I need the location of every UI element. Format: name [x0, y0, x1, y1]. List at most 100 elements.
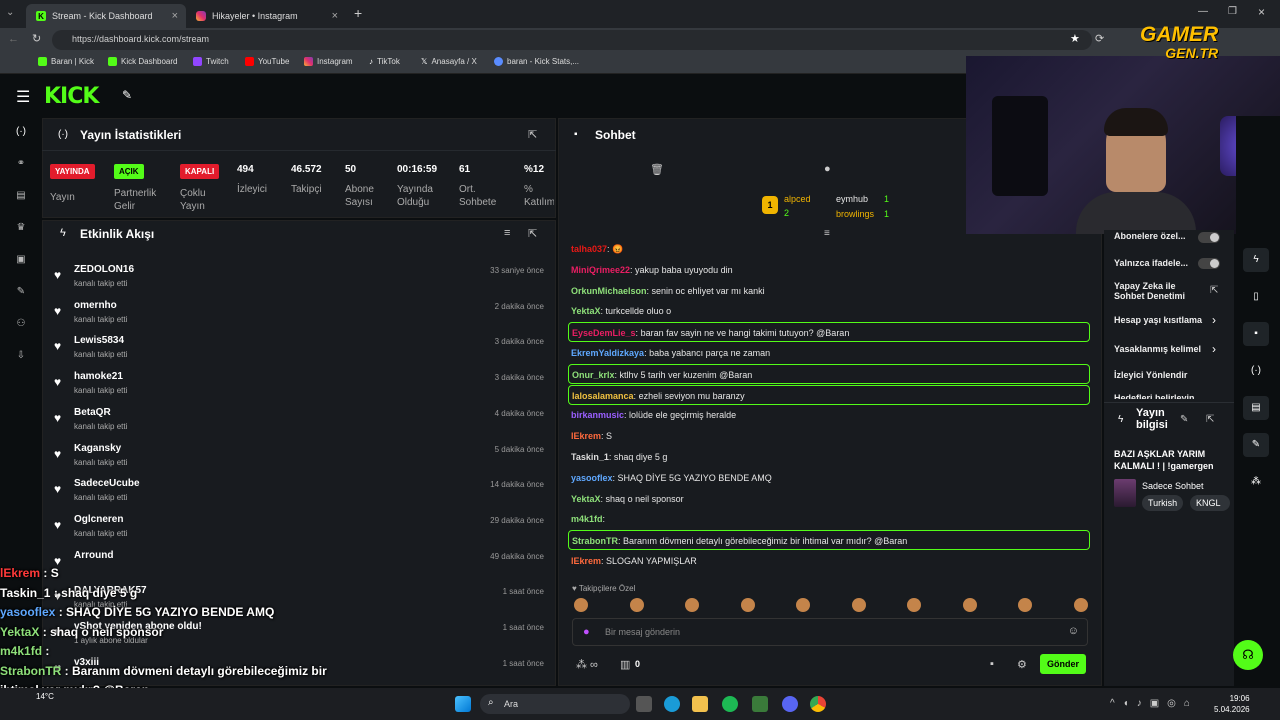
- emote-icon[interactable]: [574, 598, 588, 612]
- support-icon[interactable]: ☊: [1233, 640, 1263, 670]
- chat-message[interactable]: lEkrem: SLOGAN YAPMIŞLAR: [568, 551, 1090, 571]
- bolt-tool-icon[interactable]: ϟ: [1243, 248, 1269, 272]
- clock[interactable]: 19:06 5.04.2026: [1214, 693, 1250, 715]
- chat-username[interactable]: EkremYaldizkaya: [571, 348, 644, 358]
- new-tab-icon[interactable]: +: [354, 5, 362, 21]
- emote-icon[interactable]: [740, 598, 755, 612]
- emote-only-setting[interactable]: Yalnızca ifadele...: [1114, 258, 1188, 268]
- stream-icon[interactable]: (·): [14, 126, 28, 138]
- chat-message[interactable]: EyseDemLie_s: baran fav sayin ne ve hang…: [568, 322, 1090, 343]
- extensions-icon[interactable]: ⟳: [1095, 32, 1104, 45]
- chat-username[interactable]: lalosalamanca: [572, 391, 634, 401]
- close-tab-icon[interactable]: ×: [172, 10, 178, 22]
- tag-turkish[interactable]: Turkish: [1142, 495, 1184, 511]
- sub-only-toggle[interactable]: [1198, 232, 1220, 243]
- emote-icon[interactable]: [685, 598, 699, 612]
- infinity-icon[interactable]: ⁂ ∞: [576, 658, 598, 671]
- chat-message[interactable]: m4k1fd:: [568, 509, 1090, 529]
- reload-icon[interactable]: ↻: [32, 32, 41, 45]
- banned-words-setting[interactable]: Yasaklanmış kelimel: [1114, 344, 1206, 354]
- chat-username[interactable]: talha037: [571, 244, 607, 254]
- bookmark-baran-kick[interactable]: Baran | Kick: [38, 57, 94, 66]
- chat-username[interactable]: lEkrem: [571, 431, 601, 441]
- discord-icon[interactable]: [782, 696, 798, 712]
- gift-icon[interactable]: ▥: [620, 658, 630, 671]
- bookmark-kick-dashboard[interactable]: Kick Dashboard: [108, 57, 177, 66]
- file-explorer-icon[interactable]: [636, 696, 652, 712]
- chat-username[interactable]: MiniQrimee22: [571, 265, 630, 275]
- chat-username[interactable]: OrkunMichaelson: [571, 286, 647, 296]
- trophy-icon[interactable]: ♛: [14, 222, 28, 234]
- users-icon[interactable]: ⚇: [14, 318, 28, 330]
- chat-username[interactable]: m4k1fd: [571, 514, 603, 524]
- activity-row[interactable]: ♥ Lewis5834 kanalı takip etti 3 dakika önce: [52, 331, 552, 367]
- url-field[interactable]: https://dashboard.kick.com/stream: [52, 30, 1092, 50]
- chat-username[interactable]: YektaX: [571, 494, 601, 504]
- chat-collapse-icon[interactable]: ≡: [824, 228, 830, 239]
- activity-row[interactable]: ♥ omernho kanalı takip etti 2 dakika önce: [52, 296, 552, 332]
- folder-icon[interactable]: [692, 696, 708, 712]
- edge-icon[interactable]: [664, 696, 680, 712]
- chat-username[interactable]: YektaX: [571, 306, 601, 316]
- chat-message[interactable]: YektaX: shaq o neil sponsor: [568, 489, 1090, 509]
- send-button[interactable]: Gönder: [1040, 654, 1086, 674]
- app-icon[interactable]: [752, 696, 768, 712]
- share-tool-icon[interactable]: ⁂: [1243, 470, 1269, 494]
- activity-row[interactable]: ♥ Oglcneren kanalı takip etti 29 dakika önc…: [52, 510, 552, 546]
- external-link-icon[interactable]: ⇱: [1210, 285, 1218, 296]
- bookmark-kick-stats[interactable]: baran - Kick Stats,...: [494, 57, 579, 66]
- menu-icon[interactable]: ☰: [16, 87, 30, 107]
- maximize-icon[interactable]: ❐: [1228, 6, 1237, 17]
- activity-row[interactable]: ♥ BetaQR kanalı takip etti 4 dakika önce: [52, 403, 552, 439]
- tab-list-chevron-icon[interactable]: ⌄: [6, 7, 14, 18]
- chrome-icon[interactable]: [810, 696, 826, 712]
- bookmark-instagram[interactable]: Instagram: [304, 57, 353, 66]
- close-window-icon[interactable]: ×: [1258, 5, 1265, 19]
- chat-tool-icon[interactable]: ▪: [1243, 322, 1269, 346]
- chat-message[interactable]: birkanmusic: lolüde ele geçirmiş heralde: [568, 405, 1090, 425]
- chat-username[interactable]: Taskin_1: [571, 452, 609, 462]
- activity-row[interactable]: ♥ ZEDOLON16 kanalı takip etti 33 saniye önc…: [52, 260, 552, 296]
- ai-moderation-setting[interactable]: Yapay Zeka ile Sohbet Denetimi: [1114, 281, 1206, 301]
- chat-message[interactable]: Taskin_1: shaq diye 5 g: [568, 447, 1090, 467]
- activity-row[interactable]: ♥ Arround 49 dakika önce: [52, 546, 552, 582]
- chat-message[interactable]: YektaX: turkcellde oluo o: [568, 301, 1090, 321]
- mic-icon[interactable]: ●: [583, 626, 590, 638]
- activity-row[interactable]: ♥ hamoke21 kanalı takip etti 3 dakika önce: [52, 367, 552, 403]
- upload-icon[interactable]: ⇩: [14, 350, 28, 362]
- emote-icon[interactable]: [1018, 598, 1032, 612]
- chat-message[interactable]: OrkunMichaelson: senin oc ehliyet var mı…: [568, 281, 1090, 301]
- trash-icon[interactable]: 🗑: [650, 163, 664, 176]
- chat-message[interactable]: talha037: 😡: [568, 239, 1090, 259]
- close-tab-icon[interactable]: ×: [332, 10, 338, 22]
- tab-instagram[interactable]: Hikayeler • Instagram ×: [186, 4, 346, 28]
- filter-icon[interactable]: ≡: [504, 227, 510, 239]
- bookmark-star-icon[interactable]: ★: [1070, 32, 1080, 45]
- chat-bubble-icon[interactable]: ●: [824, 163, 831, 175]
- activity-row[interactable]: ♥ Kagansky kanalı takip etti 5 dakika önce: [52, 439, 552, 475]
- back-icon[interactable]: ←: [8, 33, 19, 45]
- pin-icon[interactable]: ✎: [122, 88, 132, 102]
- popout-icon[interactable]: ⇱: [528, 227, 537, 240]
- kick-logo[interactable]: KICK: [44, 84, 99, 109]
- emote-icon[interactable]: [851, 598, 866, 612]
- chat-username[interactable]: StrabonTR: [572, 536, 618, 546]
- account-age-setting[interactable]: Hesap yaşı kısıtlama: [1114, 315, 1202, 325]
- edit-icon[interactable]: ✎: [1180, 414, 1188, 425]
- tag-kngl[interactable]: KNGL: [1190, 495, 1230, 511]
- bookmark-twitch[interactable]: Twitch: [193, 57, 229, 66]
- chat-message[interactable]: Onur_krlx: ktlhv 5 tarih ver kuzenim @Ba…: [568, 363, 1090, 384]
- minimize-icon[interactable]: —: [1198, 6, 1208, 17]
- emote-icon[interactable]: [1073, 598, 1088, 612]
- tools-icon[interactable]: ✎: [14, 286, 28, 298]
- link-icon[interactable]: ⚭: [14, 158, 28, 170]
- broadcast-tool-icon[interactable]: (·): [1243, 359, 1269, 383]
- wrench-tool-icon[interactable]: ✎: [1243, 433, 1269, 457]
- chat-message[interactable]: yasooflex: SHAQ DİYE 5G YAZIYO BENDE AMQ: [568, 468, 1090, 488]
- popout-icon[interactable]: ⇱: [528, 128, 537, 141]
- chat-message[interactable]: MiniQrimee22: yakup baba uyuyodu din: [568, 260, 1090, 280]
- chat-message[interactable]: lEkrem: S: [568, 426, 1090, 446]
- chat-username[interactable]: lEkrem: [571, 556, 601, 566]
- chat-message[interactable]: StrabonTR: Baranım dövmeni detaylı göreb…: [568, 530, 1090, 551]
- chat-username[interactable]: Onur_krlx: [572, 370, 615, 380]
